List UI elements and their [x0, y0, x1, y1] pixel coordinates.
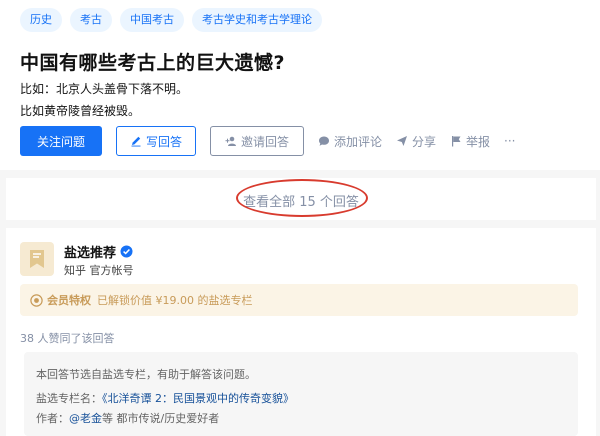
question-detail-line: 比如黄帝陵曾经被毁。 — [20, 104, 141, 118]
author-description: 知乎 官方帐号 — [64, 264, 134, 277]
follow-question-button[interactable]: 关注问题 — [20, 126, 102, 156]
topic-tag[interactable]: 中国考古 — [120, 8, 184, 32]
column-author-suffix: 等 都市传说/历史爱好者 — [102, 412, 220, 425]
column-author-label: 作者： — [36, 412, 69, 425]
share-icon — [397, 136, 408, 146]
invite-answer-label: 邀请回答 — [240, 134, 289, 149]
verified-icon — [120, 245, 133, 258]
report-button[interactable]: 举报 — [450, 133, 490, 150]
invite-icon — [225, 136, 236, 146]
bookmark-icon — [30, 250, 44, 268]
column-note: 本回答节选自盐选专栏，有助于解答该问题。 盐选专栏名：《北洋奇谭 2：民国景观中… — [24, 352, 578, 436]
topic-tag[interactable]: 历史 — [20, 8, 62, 32]
page: 历史 考古 中国考古 考古学史和考古学理论 中国有哪些考古上的巨大遗憾? 比如：… — [0, 0, 600, 436]
topic-tag[interactable]: 考古 — [70, 8, 112, 32]
vip-label: 会员特权 — [47, 294, 91, 307]
report-label: 举报 — [466, 134, 491, 149]
voters-count[interactable]: 38 人赞同了该回答 — [20, 330, 115, 346]
share-label: 分享 — [412, 134, 437, 149]
author-name-text: 盐选推荐 — [64, 246, 117, 261]
question-card: 历史 考古 中国考古 考古学史和考古学理论 中国有哪些考古上的巨大遗憾? 比如：… — [0, 0, 600, 170]
column-name-link[interactable]: 《北洋奇谭 2：民国景观中的传奇变貌》 — [102, 392, 294, 405]
invite-answer-button[interactable]: 邀请回答 — [210, 126, 304, 156]
vip-unlock-text: 已解锁价值 ¥19.00 的盐选专栏 — [97, 294, 253, 307]
comment-icon — [319, 136, 329, 146]
more-button[interactable]: ··· — [504, 134, 515, 148]
question-detail-line: 比如：北京人头盖骨下落不明。 — [20, 82, 189, 96]
write-answer-label: 写回答 — [145, 134, 182, 149]
author-name[interactable]: 盐选推荐 — [64, 242, 133, 261]
topic-tags: 历史 考古 中国考古 考古学史和考古学理论 — [20, 8, 322, 32]
flag-icon — [452, 136, 461, 147]
add-comment-label: 添加评论 — [334, 134, 383, 149]
question-title: 中国有哪些考古上的巨大遗憾? — [20, 52, 286, 74]
highlight-circle — [236, 179, 368, 217]
question-actions: 关注问题 写回答 邀请回答 添加评论 分享 举报 ··· — [20, 126, 516, 156]
add-comment-button[interactable]: 添加评论 — [318, 133, 382, 150]
answer-card: 盐选推荐 知乎 官方帐号 会员特权 已解锁价值 ¥19.00 的盐选专栏 38 … — [6, 228, 596, 436]
column-label: 盐选专栏名： — [36, 392, 102, 405]
note-intro: 本回答节选自盐选专栏，有助于解答该问题。 — [36, 368, 256, 381]
vip-privilege-banner[interactable]: 会员特权 已解锁价值 ¥19.00 的盐选专栏 — [20, 284, 578, 316]
vip-badge-icon — [30, 293, 43, 307]
write-answer-button[interactable]: 写回答 — [116, 126, 196, 156]
column-author-link[interactable]: @老金 — [69, 412, 102, 425]
share-button[interactable]: 分享 — [396, 133, 436, 150]
pencil-icon — [131, 136, 141, 147]
column-name-line: 盐选专栏名：《北洋奇谭 2：民国景观中的传奇变貌》 — [36, 390, 294, 406]
column-author-line: 作者：@老金等 都市传说/历史爱好者 — [36, 410, 219, 426]
topic-tag[interactable]: 考古学史和考古学理论 — [192, 8, 322, 32]
avatar[interactable] — [20, 242, 54, 276]
